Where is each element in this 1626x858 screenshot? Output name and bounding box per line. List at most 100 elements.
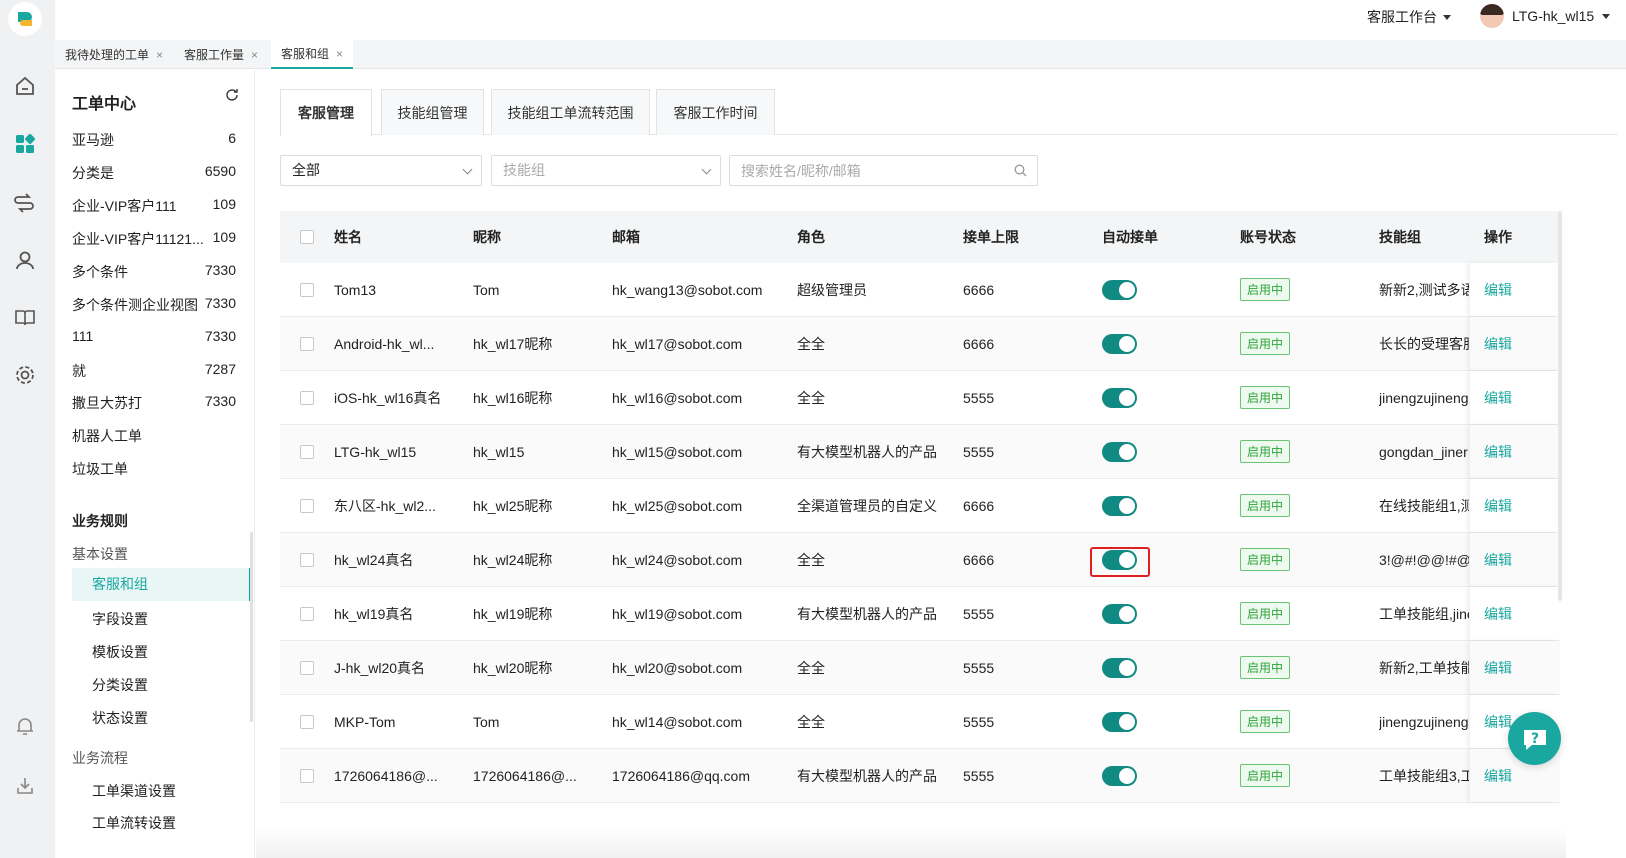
edit-link[interactable]: 编辑 [1484, 334, 1512, 354]
sidebar-view-item[interactable]: 亚马逊 6 [72, 130, 236, 150]
auto-accept-toggle[interactable] [1102, 495, 1137, 516]
table-scrollbar[interactable] [1558, 211, 1562, 601]
skill-group-placeholder: 技能组 [503, 162, 545, 178]
table-row[interactable]: J-hk_wl20真名 hk_wl20昵称 hk_wl20@sobot.com 全全 5… [280, 641, 1560, 695]
help-chat-button[interactable]: ? [1508, 712, 1561, 765]
header-skill-group[interactable]: 技能组 [1379, 211, 1421, 263]
table-row[interactable]: LTG-hk_wl15 hk_wl15 hk_wl15@sobot.com 有大模型机… [280, 425, 1560, 479]
tab-skill-group-transfer-scope[interactable]: 技能组工单流转范围 [491, 89, 650, 135]
sidebar-view-item[interactable]: 分类是 6590 [72, 163, 236, 183]
app-logo[interactable] [8, 2, 42, 36]
table-row[interactable]: 1726064186@... 1726064186@... 1726064186@q… [280, 749, 1560, 803]
sidebar-view-item[interactable]: 多个条件 7330 [72, 262, 236, 282]
sidebar-view-item[interactable]: 111 7330 [72, 328, 236, 344]
row-checkbox[interactable] [300, 282, 314, 297]
business-flow-group[interactable]: 业务流程 [72, 748, 128, 768]
sidebar-item-status-settings[interactable]: 状态设置 [92, 708, 148, 728]
edit-link[interactable]: 编辑 [1484, 604, 1512, 624]
sidebar-item-field-settings[interactable]: 字段设置 [92, 609, 148, 629]
edit-link[interactable]: 编辑 [1484, 280, 1512, 300]
home-icon[interactable] [13, 74, 37, 98]
download-icon[interactable] [13, 773, 37, 797]
row-checkbox[interactable] [300, 768, 314, 783]
header-role[interactable]: 角色 [797, 211, 825, 263]
close-icon[interactable]: × [336, 47, 343, 61]
row-checkbox[interactable] [300, 660, 314, 675]
auto-accept-toggle[interactable] [1102, 657, 1137, 678]
tab-agent-working-hours[interactable]: 客服工作时间 [656, 89, 775, 135]
row-checkbox[interactable] [300, 390, 314, 405]
edit-link[interactable]: 编辑 [1484, 766, 1512, 786]
sidebar-item-transfer-settings[interactable]: 工单流转设置 [92, 813, 176, 833]
edit-link[interactable]: 编辑 [1484, 550, 1512, 570]
user-menu[interactable]: LTG-hk_wl15 [1480, 4, 1611, 28]
tab-skill-group-management[interactable]: 技能组管理 [381, 89, 484, 135]
auto-accept-toggle[interactable] [1102, 333, 1137, 354]
header-limit[interactable]: 接单上限 [963, 211, 1019, 263]
close-icon[interactable]: × [251, 48, 258, 62]
edit-link[interactable]: 编辑 [1484, 388, 1512, 408]
sidebar-item-template-settings[interactable]: 模板设置 [92, 642, 148, 662]
edit-link[interactable]: 编辑 [1484, 712, 1512, 732]
sidebar-item-category-settings[interactable]: 分类设置 [92, 675, 148, 695]
table-row[interactable]: Android-hk_wl... hk_wl17昵称 hk_wl17@sobot.c… [280, 317, 1560, 371]
row-checkbox[interactable] [300, 498, 314, 513]
table-row[interactable]: hk_wl24真名 hk_wl24昵称 hk_wl24@sobot.com 全全 666… [280, 533, 1560, 587]
table-row[interactable]: hk_wl19真名 hk_wl19昵称 hk_wl19@sobot.com 有大模型机… [280, 587, 1560, 641]
table-row[interactable]: MKP-Tom Tom hk_wl14@sobot.com 全全 5555 启用中 jine… [280, 695, 1560, 749]
cell-nickname: hk_wl17昵称 [473, 335, 553, 352]
header-nickname[interactable]: 昵称 [473, 211, 501, 263]
sidebar-view-item[interactable]: 撒旦大苏打 7330 [72, 393, 236, 413]
search-input[interactable] [730, 156, 1000, 185]
auto-accept-toggle[interactable] [1102, 603, 1137, 624]
edit-link[interactable]: 编辑 [1484, 496, 1512, 516]
sidebar-view-item[interactable]: 机器人工单 [72, 426, 236, 446]
table-row[interactable]: 东八区-hk_wl2... hk_wl25昵称 hk_wl25@sobot.com 全… [280, 479, 1560, 533]
header-account-status[interactable]: 账号状态 [1240, 211, 1296, 263]
sidebar-scrollbar[interactable] [250, 532, 253, 722]
page-tab-agents-and-groups[interactable]: 客服和组 × [271, 40, 354, 69]
row-checkbox[interactable] [300, 444, 314, 459]
page-tab-agent-workload[interactable]: 客服工作量 × [174, 40, 268, 69]
ticket-center-icon[interactable] [13, 132, 37, 156]
auto-accept-toggle[interactable] [1102, 441, 1137, 462]
knowledge-book-icon[interactable] [13, 305, 37, 329]
sidebar-view-item[interactable]: 企业-VIP客户11121... 109 [72, 229, 236, 249]
header-email[interactable]: 邮箱 [612, 211, 640, 263]
edit-link[interactable]: 编辑 [1484, 658, 1512, 678]
auto-accept-toggle[interactable] [1102, 387, 1137, 408]
row-checkbox[interactable] [300, 552, 314, 567]
workspace-switcher[interactable]: 客服工作台 [1367, 7, 1451, 27]
row-checkbox[interactable] [300, 714, 314, 729]
refresh-icon[interactable] [225, 88, 239, 107]
notification-bell-icon[interactable] [13, 714, 37, 738]
sidebar-view-item[interactable]: 企业-VIP客户111 109 [72, 196, 236, 216]
row-checkbox[interactable] [300, 606, 314, 621]
tab-agent-management[interactable]: 客服管理 [280, 89, 372, 136]
scope-select[interactable]: 全部 [280, 155, 482, 186]
basic-settings-group[interactable]: 基本设置 [72, 544, 128, 564]
settings-gear-icon[interactable] [13, 363, 37, 387]
table-row[interactable]: Tom13 Tom hk_wang13@sobot.com 超级管理员 6666 启用中 新… [280, 263, 1560, 317]
table-row[interactable]: iOS-hk_wl16真名 hk_wl16昵称 hk_wl16@sobot.com 全… [280, 371, 1560, 425]
auto-accept-toggle[interactable] [1102, 711, 1137, 732]
sidebar-item-channel-settings[interactable]: 工单渠道设置 [92, 781, 176, 801]
agent-icon[interactable] [13, 248, 37, 272]
skill-group-select[interactable]: 技能组 [491, 155, 721, 186]
close-icon[interactable]: × [156, 48, 163, 62]
edit-link[interactable]: 编辑 [1484, 442, 1512, 462]
select-all-checkbox[interactable] [300, 230, 314, 244]
cell-email: hk_wl15@sobot.com [612, 443, 743, 460]
row-checkbox[interactable] [300, 336, 314, 351]
header-name[interactable]: 姓名 [334, 211, 362, 263]
sidebar-view-item[interactable]: 垃圾工单 [72, 459, 236, 479]
sidebar-item-agents-and-groups[interactable]: 客服和组 [72, 568, 251, 601]
auto-accept-toggle[interactable] [1102, 279, 1137, 300]
search-icon[interactable] [1014, 164, 1027, 180]
sidebar-view-item[interactable]: 就 7287 [72, 361, 236, 381]
flow-icon[interactable] [13, 190, 37, 214]
auto-accept-toggle[interactable] [1102, 765, 1137, 786]
page-tab-pending-tickets[interactable]: 我待处理的工单 × [55, 40, 173, 69]
sidebar-view-item[interactable]: 多个条件测企业视图 7330 [72, 295, 236, 315]
header-auto-accept[interactable]: 自动接单 [1102, 211, 1158, 263]
